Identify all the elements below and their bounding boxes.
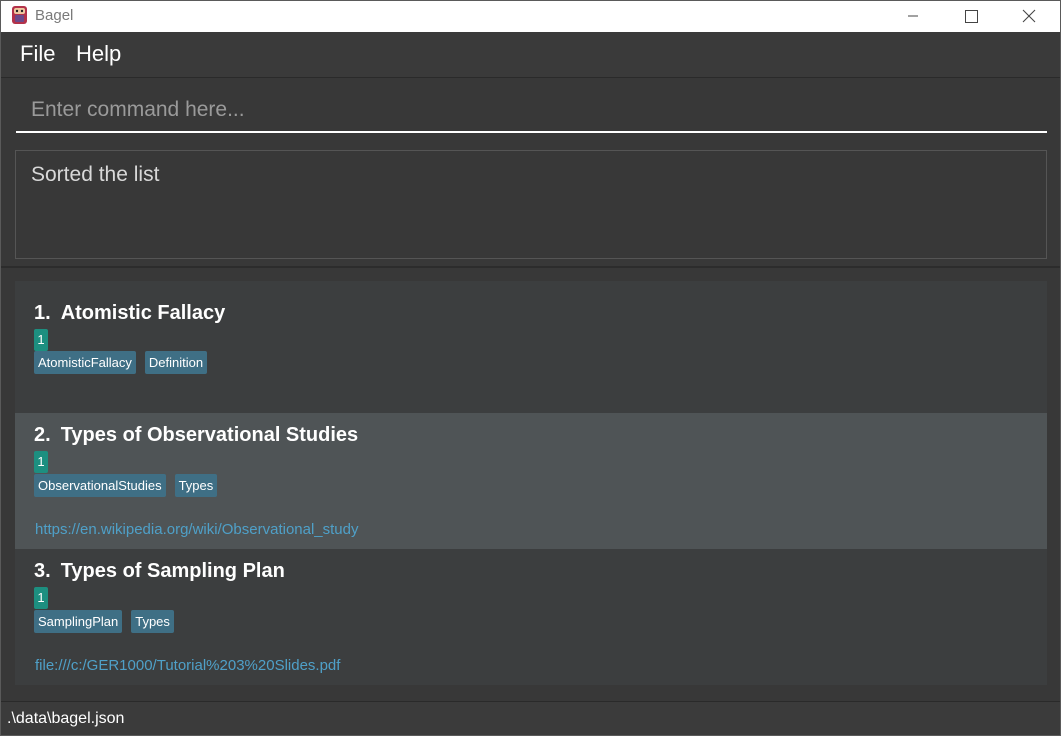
result-message: Sorted the list (31, 163, 160, 186)
tag-label: Definition (144, 351, 208, 374)
command-box (1, 78, 1060, 144)
status-bar: .\data\bagel.json (1, 701, 1060, 735)
flashcard-title: 3. Types of Sampling Plan (34, 560, 285, 583)
maximize-icon (964, 9, 978, 23)
flashcard-link[interactable]: https://en.wikipedia.org/wiki/Observatio… (35, 521, 359, 538)
tag-label: Types (174, 474, 218, 497)
flashcard-index: 2. (34, 424, 51, 446)
flashcard-title: 2. Types of Observational Studies (34, 424, 358, 447)
tag-label: SamplingPlan (34, 610, 123, 633)
title-bar: Bagel (1, 1, 1060, 32)
flashcard-index: 3. (34, 560, 51, 582)
tag-label: Types (131, 610, 174, 633)
menu-file[interactable]: File (20, 41, 55, 67)
command-input[interactable] (16, 88, 1047, 133)
priority-badge: 1 (34, 587, 48, 609)
menu-bar: File Help (1, 32, 1060, 78)
window-title: Bagel (35, 7, 74, 24)
flashcard-item-selected[interactable]: 2. Types of Observational Studies 1 Obser… (15, 413, 1047, 549)
close-button[interactable] (1000, 1, 1058, 31)
flashcard-list[interactable]: 1. Atomistic Fallacy 1 AtomisticFallacy D… (15, 281, 1047, 685)
app-window: Bagel File Help Sorted the list (0, 0, 1061, 736)
flashcard-list-panel: 1. Atomistic Fallacy 1 AtomisticFallacy D… (1, 268, 1060, 701)
menu-help[interactable]: Help (76, 41, 121, 67)
maximize-button[interactable] (942, 1, 1000, 31)
flashcard-link[interactable]: file:///c:/GER1000/Tutorial%203%20Slides… (35, 657, 340, 674)
flashcard-title-text: Types of Observational Studies (60, 424, 359, 446)
flashcard-item[interactable]: 1. Atomistic Fallacy 1 AtomisticFallacy D… (15, 281, 1047, 413)
flashcard-item[interactable]: 3. Types of Sampling Plan 1 SamplingPlan … (15, 549, 1047, 685)
minimize-icon (908, 15, 918, 17)
tag-label: ObservationalStudies (34, 474, 166, 497)
close-icon (1022, 9, 1036, 23)
flashcard-title-text: Atomistic Fallacy (60, 302, 226, 324)
tag-list: SamplingPlan Types (34, 610, 174, 633)
priority-badge: 1 (34, 329, 48, 351)
tag-label: AtomisticFallacy (34, 351, 136, 374)
tag-list: AtomisticFallacy Definition (34, 351, 208, 374)
bagel-app-icon (12, 6, 27, 24)
flashcard-title-text: Types of Sampling Plan (60, 560, 285, 582)
flashcard-title: 1. Atomistic Fallacy (34, 302, 225, 325)
minimize-button[interactable] (884, 1, 942, 31)
priority-badge: 1 (34, 451, 48, 473)
flashcard-index: 1. (34, 302, 51, 324)
result-display: Sorted the list (15, 150, 1047, 259)
status-file-path: .\data\bagel.json (7, 710, 125, 727)
tag-list: ObservationalStudies Types (34, 474, 218, 497)
